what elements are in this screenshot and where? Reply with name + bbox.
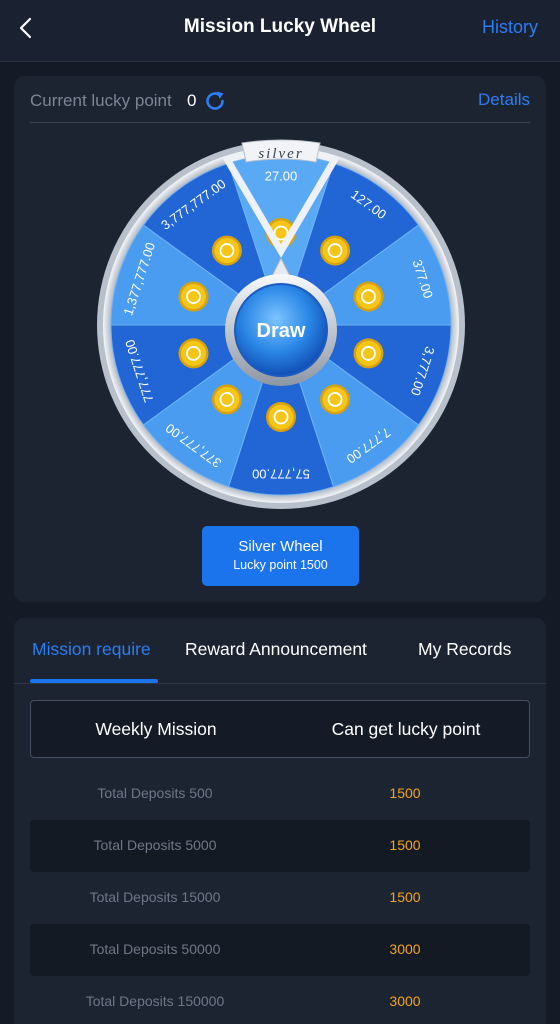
lucky-point-value: 0 [187, 91, 197, 110]
mission-task: Total Deposits 150000 [85, 993, 225, 1009]
coin-icon [178, 338, 209, 369]
mission-points: 3000 [389, 941, 421, 957]
tab-bar: Mission require Reward Announcement My R… [14, 618, 546, 684]
draw-button-label[interactable]: Draw [257, 320, 306, 342]
mission-points: 1500 [389, 889, 421, 905]
top-bar: Mission Lucky Wheel History [0, 0, 560, 62]
details-link[interactable]: Details [478, 90, 530, 110]
refresh-icon[interactable] [203, 89, 227, 113]
tab-my-records[interactable]: My Records [418, 639, 511, 660]
mission-task: Total Deposits 50000 [89, 941, 221, 957]
tab-mission-require[interactable]: Mission require [32, 639, 151, 660]
lucky-point-row: Current lucky point 0 Details [30, 86, 530, 123]
history-link[interactable]: History [482, 17, 538, 38]
table-row: Total Deposits 5000 1500 [30, 820, 530, 872]
silver-wheel-title[interactable]: Silver Wheel [202, 538, 359, 555]
lucky-wheel: 27.00127.00377.003,777.007,777.0057,777.… [97, 139, 465, 509]
tab-reward-announcement[interactable]: Reward Announcement [185, 639, 367, 660]
tier-label: silver [258, 146, 303, 162]
prize-label: 27.00 [265, 168, 298, 183]
table-row: Total Deposits 50000 3000 [30, 924, 530, 976]
prize-label: 57,777.00 [252, 467, 310, 482]
mission-task: Total Deposits 15000 [89, 889, 221, 905]
coin-icon [320, 384, 351, 415]
mission-task: Total Deposits 500 [97, 785, 213, 801]
header-weekly-mission: Weekly Mission [95, 719, 217, 739]
table-row: Total Deposits 150000 3000 [30, 976, 530, 1024]
mission-points: 1500 [389, 837, 421, 853]
coin-icon [320, 235, 351, 266]
mission-points: 1500 [389, 785, 421, 801]
wheel-card: Current lucky point 0 Details 27.00 127.… [14, 76, 546, 602]
table-header: Weekly Mission Can get lucky point [30, 700, 530, 758]
mission-card: Mission require Reward Announcement My R… [14, 618, 546, 1024]
mission-points: 3000 [389, 993, 421, 1009]
table-row: Total Deposits 500 1500 [30, 768, 530, 820]
coin-icon [211, 384, 242, 415]
page-title: Mission Lucky Wheel [183, 16, 377, 37]
coin-icon [178, 281, 209, 312]
coin-icon [266, 402, 296, 432]
table-row: Total Deposits 15000 1500 [30, 872, 530, 924]
silver-wheel-cost[interactable]: Lucky point 1500 [202, 558, 359, 572]
mission-task: Total Deposits 5000 [93, 837, 217, 853]
header-lucky-point: Can get lucky point [331, 719, 481, 739]
coin-icon [211, 235, 242, 266]
coin-icon [353, 281, 384, 312]
coin-icon [353, 338, 384, 369]
active-tab-indicator [30, 679, 158, 683]
silver-wheel-button[interactable]: Silver Wheel Lucky point 1500 [202, 526, 359, 586]
lucky-point-label: Current lucky point [30, 91, 172, 110]
